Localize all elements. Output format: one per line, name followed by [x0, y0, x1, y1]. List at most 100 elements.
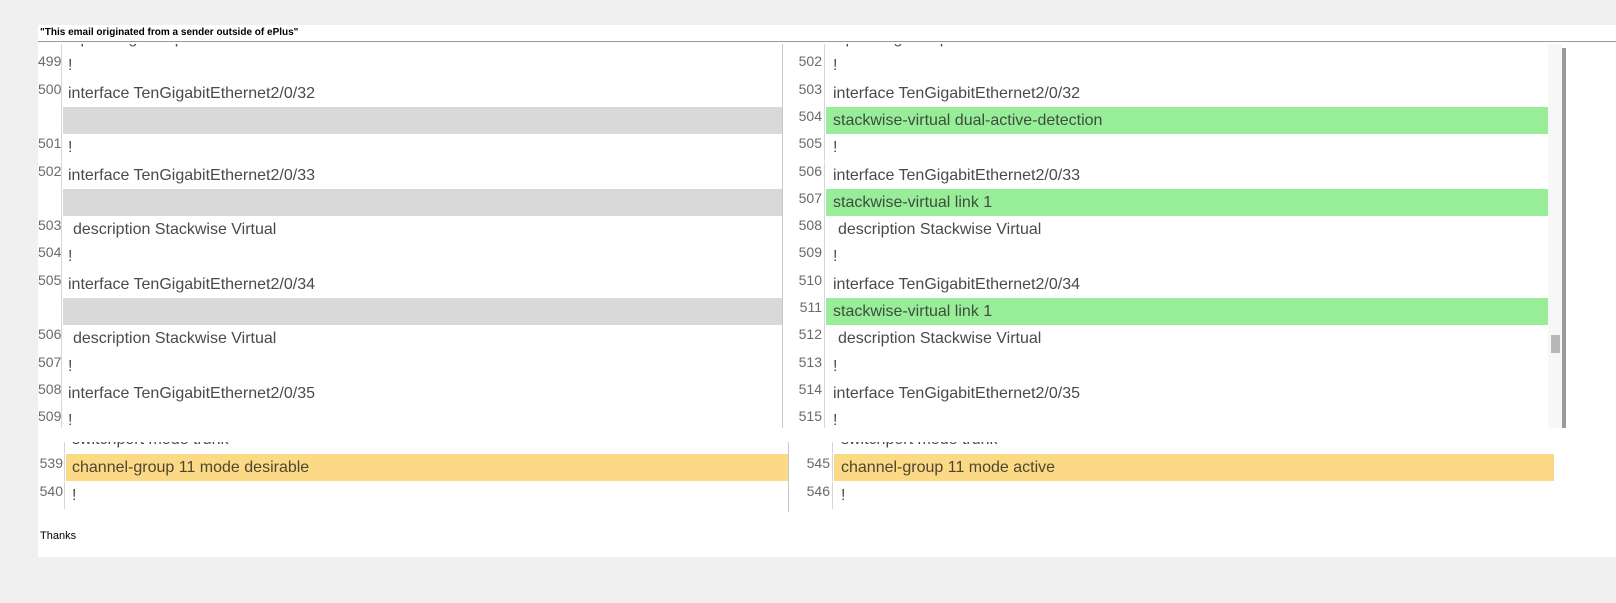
line-number: 546 — [789, 482, 833, 510]
line-text: interface TenGigabitEthernet2/0/35 — [68, 384, 315, 402]
diff-view-1: 498 spanning-tree portfast499!500interfa… — [38, 44, 1616, 428]
line-number: 501 — [783, 44, 825, 53]
line-text: ! — [68, 139, 73, 157]
diff-line: 508 interface TenGigabitEthernet2/0/35 — [38, 379, 782, 408]
line-text: ! — [72, 487, 77, 504]
line-number: 545 — [789, 454, 833, 482]
diff-line: 511 stackwise-virtual link 1 — [783, 298, 1548, 326]
line-number — [38, 298, 62, 326]
diff-1-scroll-thumb[interactable] — [1551, 335, 1560, 353]
diff-line: 509! — [783, 243, 1548, 271]
line-number — [38, 188, 62, 217]
diff-line: 504! — [38, 243, 782, 271]
diff-line: 538switchport mode trunk — [38, 442, 788, 454]
line-text: switchport mode trunk — [834, 442, 1554, 453]
line-number: 513 — [783, 352, 825, 380]
line-text: ! — [833, 412, 838, 428]
diff-view-2: 538switchport mode trunk539channel-group… — [38, 442, 1554, 512]
diff-1-scrollbar[interactable] — [1562, 48, 1566, 428]
line-text: stackwise-virtual dual-active-detection — [826, 106, 1548, 135]
diff-line: 512 description Stackwise Virtual — [783, 325, 1548, 353]
diff-line: 545 channel-group 11 mode active — [789, 454, 1554, 482]
line-number: 515 — [783, 407, 825, 428]
diff-line: 505! — [783, 134, 1548, 162]
diff-gap-row — [38, 188, 782, 217]
diff-line: 503 description Stackwise Virtual — [38, 216, 782, 244]
line-number: 511 — [783, 298, 825, 326]
line-text: ! — [68, 412, 73, 428]
line-number: 507 — [783, 188, 825, 217]
banner-divider — [38, 41, 1616, 42]
line-text: channel-group 11 mode desirable — [66, 454, 788, 482]
diff-line: 502! — [783, 52, 1548, 80]
line-number: 509 — [38, 407, 62, 428]
line-text — [63, 188, 782, 217]
line-text: interface TenGigabitEthernet2/0/34 — [833, 275, 1080, 293]
line-text: interface TenGigabitEthernet2/0/32 — [68, 84, 315, 102]
diff-line: 502 interface TenGigabitEthernet2/0/33 — [38, 161, 782, 189]
diff-line: 501! — [38, 134, 782, 162]
line-number: 498 — [38, 44, 62, 53]
diff-1-scroll-track[interactable] — [1548, 44, 1562, 428]
line-number: 501 — [38, 134, 62, 162]
email-closing: Thanks — [40, 530, 77, 542]
line-text: ! — [68, 248, 73, 266]
diff-line: 498 spanning-tree portfast — [38, 44, 782, 53]
line-text: ! — [841, 487, 846, 504]
line-number: 540 — [38, 482, 65, 510]
line-number: 509 — [783, 243, 825, 271]
diff-line: 506 interface TenGigabitEthernet2/0/33 — [783, 161, 1548, 189]
line-number: 503 — [783, 79, 825, 107]
diff-line: 499! — [38, 52, 782, 80]
line-number: 505 — [783, 134, 825, 162]
line-text: interface TenGigabitEthernet2/0/33 — [68, 166, 315, 184]
line-number: 506 — [783, 161, 825, 189]
diff-line: 505 interface TenGigabitEthernet2/0/34 — [38, 270, 782, 298]
line-text: interface TenGigabitEthernet2/0/35 — [833, 384, 1080, 402]
diff-line: 513! — [783, 352, 1548, 380]
diff-line: 500 interface TenGigabitEthernet2/0/32 — [38, 79, 782, 107]
diff-2-right-pane: 544switchport mode trunk545channel-group… — [789, 442, 1554, 512]
line-number: 500 — [38, 79, 62, 107]
diff-line: 515! — [783, 407, 1548, 428]
diff-line: 506 description Stackwise Virtual — [38, 325, 782, 353]
line-text: ! — [833, 248, 838, 266]
diff-line: 546! — [789, 482, 1554, 510]
line-text: description Stackwise Virtual — [838, 221, 1042, 239]
line-text: interface TenGigabitEthernet2/0/33 — [833, 166, 1080, 184]
diff-1-right-pane: 501 spanning-tree portfast502!503interfa… — [783, 44, 1548, 428]
line-number: 539 — [38, 454, 65, 482]
line-text: ! — [68, 57, 73, 75]
line-text: ! — [833, 357, 838, 375]
line-text: interface TenGigabitEthernet2/0/34 — [68, 275, 315, 293]
line-number: 508 — [38, 379, 62, 408]
diff-line: 503 interface TenGigabitEthernet2/0/32 — [783, 79, 1548, 107]
line-text: ! — [68, 357, 73, 375]
diff-line: 507 stackwise-virtual link 1 — [783, 188, 1548, 217]
line-number: 508 — [783, 216, 825, 244]
diff-line: 539 channel-group 11 mode desirable — [38, 454, 788, 482]
line-text: spanning-tree portfast — [826, 44, 1548, 52]
line-number: 504 — [783, 106, 825, 135]
line-number: 502 — [783, 52, 825, 80]
diff-line: 514 interface TenGigabitEthernet2/0/35 — [783, 379, 1548, 408]
external-sender-banner: "This email originated from a sender out… — [40, 27, 299, 38]
line-number: 505 — [38, 270, 62, 298]
line-text: spanning-tree portfast — [63, 44, 782, 52]
line-text: ! — [833, 57, 838, 75]
diff-1-left-pane: 498 spanning-tree portfast499!500 interfa… — [38, 44, 782, 428]
line-text: description Stackwise Virtual — [73, 221, 277, 239]
diff-gap-row — [38, 298, 782, 326]
line-text: description Stackwise Virtual — [838, 330, 1042, 348]
diff-line: 501 spanning-tree portfast — [783, 44, 1548, 53]
diff-line: 510 interface TenGigabitEthernet2/0/34 — [783, 270, 1548, 298]
line-text: channel-group 11 mode active — [834, 454, 1554, 482]
line-number: 538 — [38, 442, 65, 454]
diff-line: 540! — [38, 482, 788, 510]
line-number: 504 — [38, 243, 62, 271]
line-number: 512 — [783, 325, 825, 353]
line-number: 514 — [783, 379, 825, 408]
line-text — [63, 298, 782, 326]
diff-line: 504 stackwise-virtual dual-active-detecti… — [783, 106, 1548, 135]
diff-line: 544switchport mode trunk — [789, 442, 1554, 454]
